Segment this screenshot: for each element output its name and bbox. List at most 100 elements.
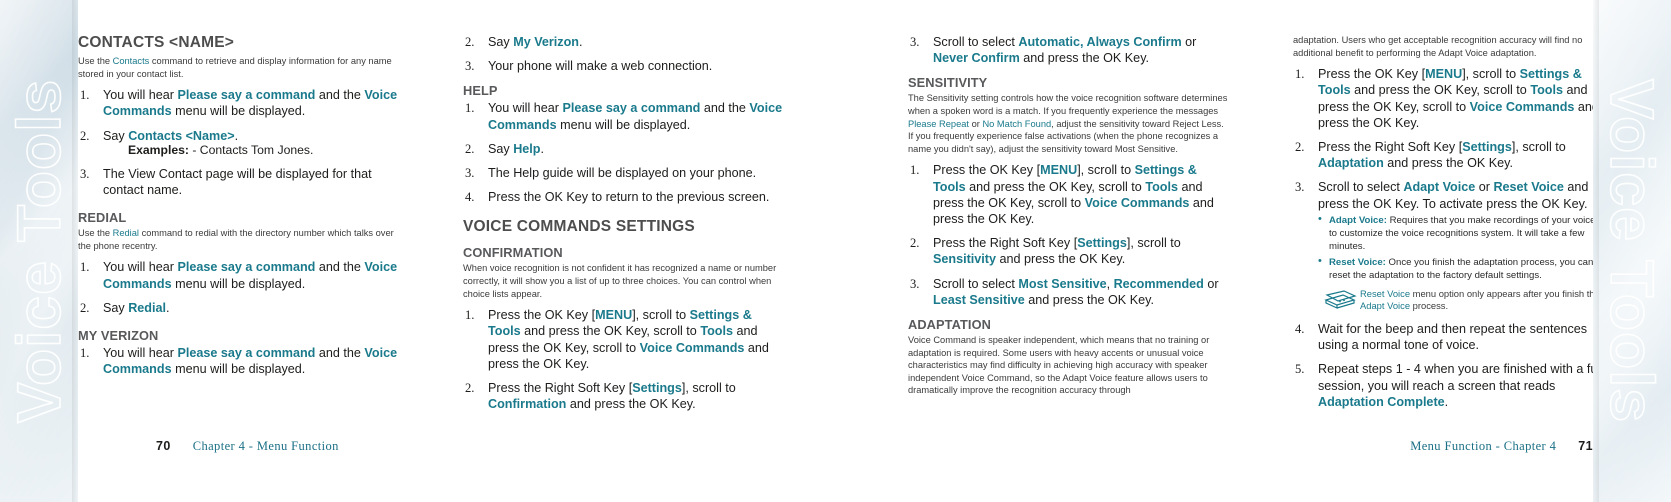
list-item: 2. Press the Right Soft Key [Settings], s… [463, 380, 785, 412]
adaptation-steps-list: 1. Press the OK Key [MENU], scroll to Set… [1293, 66, 1603, 410]
myverizon-steps-continued: 2. Say My Verizon. 3. Your phone will make… [463, 34, 785, 74]
step-text: and press the OK Key. [996, 252, 1126, 267]
step-highlight: MENU [1040, 163, 1078, 178]
step-number: 2. [465, 35, 475, 49]
left-page: CONTACTS <NAME> Use the Contacts command… [78, 0, 896, 502]
step-text: and the [315, 88, 365, 103]
step-text: or [1181, 35, 1197, 49]
contacts-example: Examples: - Contacts Tom Jones. [128, 142, 400, 158]
sensitivity-intro-mid: or [969, 118, 983, 129]
sensitivity-intro-a: The Sensitivity setting controls how the… [908, 93, 1228, 116]
list-item: Reset Voice: Once you finish the adaptat… [1318, 255, 1603, 282]
left-strip-edge [72, 0, 78, 502]
step-text: Scroll to select [933, 276, 1019, 291]
list-item: 3. Scroll to select Adapt Voice or Reset … [1293, 179, 1603, 313]
right-footer-text: Menu Function - Chapter 4 [1410, 439, 1557, 453]
step-highlight: Tools [1530, 83, 1563, 98]
list-item: 4. Press the OK Key to return to the prev… [463, 189, 785, 205]
step-text: You will hear [488, 101, 563, 116]
step-highlight: Reset Voice [1493, 180, 1564, 195]
list-item: 2. Say Redial. [78, 300, 400, 316]
list-item: 5. Repeat steps 1 - 4 when you are finish… [1293, 361, 1603, 410]
step-highlight: Confirmation [488, 397, 567, 412]
list-item: 2. Press the Right Soft Key [Settings], s… [908, 235, 1230, 267]
step-text: Press the OK Key to return to the previo… [488, 190, 770, 205]
step-highlight: Please say a command [562, 101, 701, 116]
step-highlight: Recommended [1113, 276, 1204, 291]
step-text: Press the Right Soft Key [ [933, 236, 1078, 251]
step-number: 2. [80, 128, 90, 143]
step-text: or [1475, 180, 1494, 195]
step-highlight: Settings [632, 381, 682, 396]
step-number: 4. [465, 190, 475, 205]
note-cards-icon [1324, 289, 1357, 309]
redial-intro-command: Redial [112, 228, 139, 239]
heading-redial: REDIAL [78, 210, 127, 226]
step-text: ], scroll to [1126, 236, 1181, 251]
left-tab-watermark-label: Voice Tools [4, 78, 74, 424]
step-text: and press the OK Key, scroll to [520, 324, 701, 339]
step-highlight: MENU [1425, 67, 1463, 82]
step-text: Press the Right Soft Key [ [1318, 140, 1463, 154]
step-number: 2. [465, 381, 475, 396]
list-item: 1. Press the OK Key [MENU], scroll to Set… [908, 162, 1230, 227]
list-item: 2. Say Help. [463, 141, 785, 157]
list-item: 2. Say Contacts <Name>. Examples: - Conta… [78, 128, 400, 158]
step-text: Say [103, 300, 129, 315]
redial-steps-list: 1. You will hear Please say a command and… [78, 259, 400, 316]
step-text: The View Contact page will be displayed … [103, 166, 372, 197]
sensitivity-msg-1: Please Repeat [908, 118, 969, 129]
step-text: ], scroll to [1462, 67, 1520, 82]
step-text: ], scroll to [1511, 140, 1566, 154]
step-text: and press the OK Key. [1024, 292, 1154, 307]
help-steps-list: 1. You will hear Please say a command and… [463, 100, 785, 205]
redial-intro-paragraph: Use the Redial command to redial with th… [78, 227, 400, 252]
step-text: menu will be displayed. [171, 276, 306, 291]
sensitivity-intro-paragraph: The Sensitivity setting controls how the… [908, 92, 1230, 155]
step-number: 2. [1295, 140, 1305, 154]
step-highlight: Tools [1145, 179, 1178, 194]
step-text: or [1203, 276, 1219, 291]
step-text: You will hear [103, 346, 178, 360]
list-item: 1. You will hear Please say a command and… [78, 87, 400, 119]
step-highlight: Tools [700, 324, 733, 339]
step-text: Say [103, 128, 129, 143]
heading-help: HELP [463, 83, 498, 99]
step-text: menu will be displayed. [556, 117, 691, 132]
step-highlight: Least Sensitive [933, 292, 1025, 307]
step-text: . [579, 35, 583, 49]
step-number: 1. [80, 260, 90, 275]
list-item: 1. You will hear Please say a command and… [78, 259, 400, 291]
step-highlight: Settings [1077, 236, 1127, 251]
step-text: ], scroll to [681, 381, 736, 396]
step-highlight: Sensitivity [933, 252, 996, 267]
step-text: and press the OK Key, scroll to [1350, 83, 1531, 98]
heading-confirmation: CONFIRMATION [463, 245, 563, 261]
list-item: 4. Wait for the beep and then repeat the … [1293, 321, 1603, 353]
step-highlight: Redial [128, 300, 166, 315]
contacts-intro-a: Use the [78, 56, 113, 66]
heading-contacts-name: CONTACTS <NAME> [78, 34, 235, 51]
step-highlight: Never Confirm [933, 51, 1020, 66]
heading-adaptation: ADAPTATION [908, 317, 991, 332]
step-text: Scroll to select [933, 35, 1019, 49]
right-tab-watermark-label: Voice Tools [1597, 78, 1667, 424]
step-text: Scroll to select [1318, 180, 1404, 195]
step-text: Repeat steps 1 - 4 when you are finished… [1318, 362, 1603, 393]
step-text: Say [488, 141, 514, 156]
step-number: 3. [910, 35, 920, 49]
step-text: Your phone will make a web connection. [488, 59, 713, 74]
step-highlight: MENU [595, 308, 633, 323]
bullet-label-adapt-voice: Adapt Voice: [1329, 214, 1387, 226]
step-number: 3. [80, 166, 90, 181]
step-highlight: Help [513, 141, 541, 156]
step-text: and press the OK Key. [566, 397, 696, 412]
list-item: 3. The View Contact page will be displaye… [78, 166, 400, 198]
step-highlight: Voice Commands [639, 340, 745, 355]
page-gutter [812, 0, 813, 502]
adaptation-intro-paragraph: Voice Command is speaker independent, wh… [908, 335, 1210, 396]
right-page-number: 71 [1578, 439, 1593, 453]
note-term-adapt-voice: Adapt Voice [1360, 300, 1411, 312]
column-3: 3. Scroll to select Automatic, Always Con… [908, 34, 1238, 404]
step-highlight: Automatic, Always Confirm [1018, 35, 1182, 49]
